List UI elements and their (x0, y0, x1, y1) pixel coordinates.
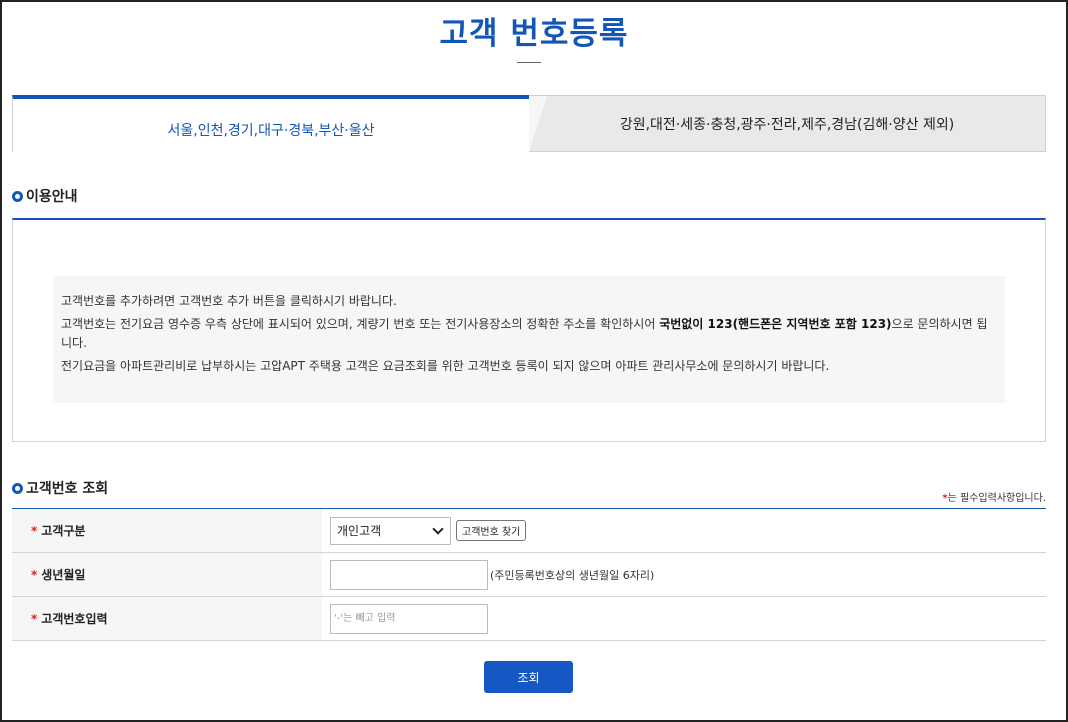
tab-label: 서울,인천,경기,대구·경북,부산·울산 (167, 122, 375, 139)
info-line-2-text: 고객번호는 전기요금 영수증 우측 상단에 표시되어 있으며, 계량기 번호 또… (61, 317, 660, 331)
circle-bullet-icon (12, 190, 23, 202)
customer-number-label-text: 고객번호입력 (41, 612, 108, 626)
lookup-submit-button[interactable]: 조회 (484, 661, 573, 693)
info-section-heading: 이용안내 (12, 186, 78, 206)
customer-number-input[interactable] (330, 603, 488, 634)
info-line-3: 전기요금을 아파트관리비로 납부하시는 고압APT 주택용 고객은 요금조회를 … (61, 359, 830, 373)
find-customer-number-button[interactable]: 고객번호 찾기 (456, 520, 527, 541)
form-row-birthdate: * 생년월일 (주민등록번호상의 생년월일 6자리) (12, 553, 1046, 597)
page-title: 고객 번호등록 (439, 16, 629, 52)
info-line-1: 고객번호를 추가하려면 고객번호 추가 버튼을 클릭하시기 바랍니다. (61, 294, 397, 308)
info-line-2: 고객번호는 전기요금 영수증 우측 상단에 표시되어 있으며, 계량기 번호 또… (61, 315, 995, 353)
birthdate-label-text: 생년월일 (41, 568, 86, 582)
customer-type-label-text: 고객구분 (41, 524, 86, 538)
required-star: * (31, 523, 38, 538)
customer-type-selected: 개인고객 (337, 524, 382, 538)
lookup-heading-text: 고객번호 조회 (26, 481, 109, 497)
customer-type-select[interactable]: 개인고객 (330, 516, 451, 545)
lookup-section-heading: 고객번호 조회 (12, 478, 108, 498)
info-panel: 고객번호를 추가하려면 고객번호 추가 버튼을 클릭하시기 바랍니다. 고객번호… (12, 218, 1046, 442)
form-row-customer-number: * 고객번호입력 (12, 597, 1046, 641)
birthdate-hint: (주민등록번호상의 생년월일 6자리) (490, 568, 655, 582)
chevron-down-icon (432, 522, 444, 535)
region-tabs: 서울,인천,경기,대구·경북,부산·울산 강원,대전·세종·충청,광주·전라,제… (12, 95, 1046, 152)
required-star: * (31, 611, 38, 626)
tab-seoul-region[interactable]: 서울,인천,경기,대구·경북,부산·울산 (12, 95, 529, 152)
birthdate-input[interactable] (330, 559, 488, 590)
customer-number-label: * 고객번호입력 (12, 597, 322, 640)
birthdate-label: * 생년월일 (12, 553, 322, 596)
customer-type-value: 개인고객 고객번호 찾기 (322, 509, 1046, 552)
tab-gangwon-region[interactable]: 강원,대전·세종·충청,광주·전라,제주,경남(김해·양산 제외) (529, 95, 1046, 152)
circle-bullet-icon (12, 482, 23, 494)
birthdate-value: (주민등록번호상의 생년월일 6자리) (322, 553, 1046, 596)
lookup-form: * 고객구분 개인고객 고객번호 찾기 * 생년월일 (주민등록번호상의 생년월… (12, 508, 1046, 641)
required-star: * (31, 567, 38, 582)
info-heading-text: 이용안내 (26, 189, 78, 205)
info-box: 고객번호를 추가하려면 고객번호 추가 버튼을 클릭하시기 바랍니다. 고객번호… (53, 276, 1005, 403)
required-note: *는 필수입력사항입니다. (942, 489, 1046, 504)
customer-number-value (322, 597, 1046, 640)
customer-type-label: * 고객구분 (12, 509, 322, 552)
required-note-text: 는 필수입력사항입니다. (947, 493, 1046, 504)
form-row-customer-type: * 고객구분 개인고객 고객번호 찾기 (12, 509, 1046, 553)
tab-label: 강원,대전·세종·충청,광주·전라,제주,경남(김해·양산 제외) (619, 116, 955, 133)
info-line-2-bold: 국번없이 123(핸드폰은 지역번호 포함 123) (659, 317, 892, 331)
title-divider (517, 62, 541, 63)
